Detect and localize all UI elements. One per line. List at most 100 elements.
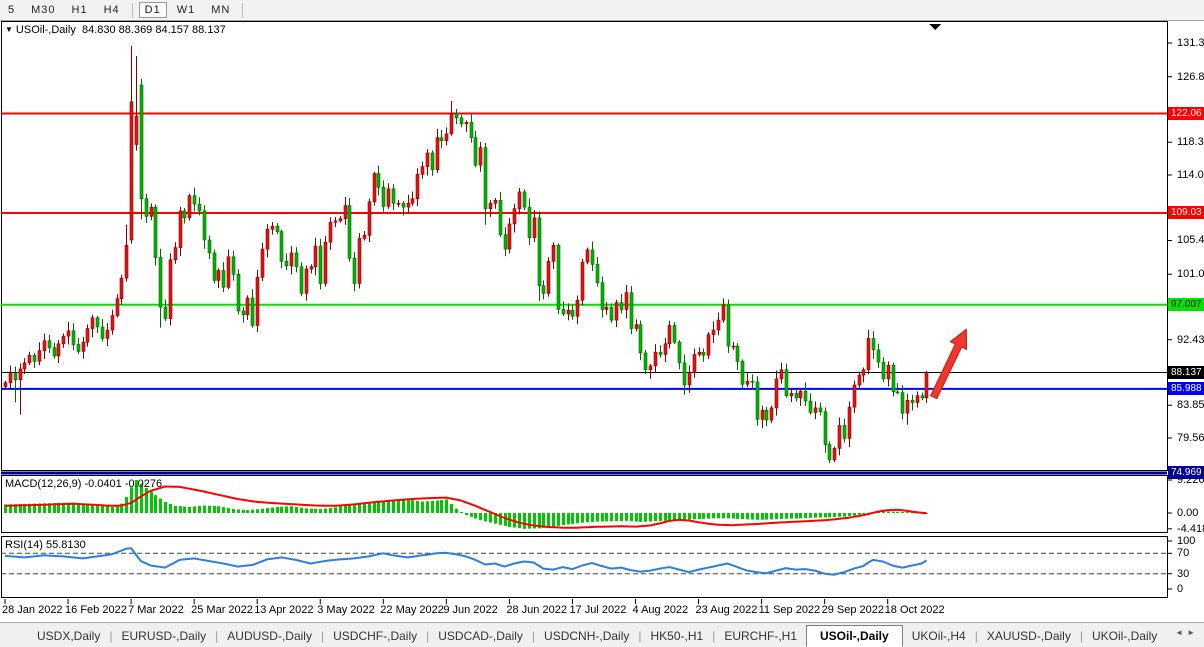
candle-body	[169, 260, 172, 319]
symbol-tab-xauusd-daily[interactable]: XAUUSD-,Daily	[978, 626, 1080, 646]
rsi-axis-label-30: 30	[1177, 568, 1189, 580]
macd-histogram-bar	[790, 513, 793, 519]
candle-body	[814, 408, 817, 413]
candle-body	[761, 410, 764, 419]
candle-body	[261, 249, 264, 277]
candle-body	[217, 270, 220, 280]
candle-body	[23, 363, 26, 369]
tab-scroll-right-icon[interactable]: ►	[1187, 628, 1199, 637]
macd-histogram-bar	[450, 504, 453, 513]
candle-body	[310, 267, 313, 269]
symbol-tab-usoil-daily[interactable]: USOil-,Daily	[806, 625, 903, 647]
candle-body	[736, 346, 739, 361]
candle-body	[625, 293, 628, 310]
candle-body	[373, 174, 376, 202]
rsi-pane[interactable]	[2, 537, 1168, 598]
symbol-tab-ukoil-h4[interactable]: UKOil-,H4	[903, 626, 975, 646]
symbol-tab-audusd-daily[interactable]: AUDUSD-,Daily	[218, 626, 321, 646]
timeframe-button-h1[interactable]: H1	[66, 2, 94, 18]
candle-body	[528, 207, 531, 238]
candle-body	[765, 410, 768, 420]
rsi-axis-label-0: 0	[1177, 583, 1183, 595]
candle-body	[140, 85, 143, 199]
date-axis-label: 18 Oct 2022	[885, 604, 945, 616]
macd-histogram-bar	[824, 513, 827, 517]
candle-body	[431, 153, 434, 170]
candle-body	[892, 365, 895, 392]
candle-body	[479, 148, 482, 166]
macd-histogram-bar	[586, 513, 589, 522]
candle-body	[57, 344, 60, 356]
macd-histogram-bar	[465, 513, 468, 515]
candle-body	[659, 352, 662, 354]
candle-body	[698, 352, 701, 354]
macd-histogram-bar	[567, 513, 570, 524]
candle-body	[523, 192, 526, 207]
symbol-tab-usdchf-daily[interactable]: USDCHF-,Daily	[324, 626, 426, 646]
candle-body	[358, 238, 361, 283]
candle-body	[474, 138, 477, 165]
macd-histogram-bar	[445, 499, 448, 513]
macd-histogram-bar	[693, 513, 696, 519]
chart-menu-dropdown-icon[interactable]: ▼	[5, 25, 16, 34]
macd-histogram-bar	[610, 513, 613, 521]
symbol-tab-hk50-h1[interactable]: HK50-,H1	[642, 626, 713, 646]
timeframe-button-5[interactable]: 5	[2, 2, 21, 18]
macd-histogram-bar	[717, 513, 720, 518]
macd-histogram-bar	[741, 513, 744, 519]
chart-canvas[interactable]	[0, 0, 1204, 647]
candle-body	[722, 305, 725, 320]
candle-body	[576, 300, 579, 316]
timeframe-button-m30[interactable]: M30	[25, 2, 61, 18]
macd-histogram-bar	[208, 506, 211, 513]
candle-body	[605, 307, 608, 309]
symbol-tab-usdcnh-daily[interactable]: USDCNH-,Daily	[535, 626, 638, 646]
candle-body	[4, 383, 7, 387]
candle-body	[872, 338, 875, 349]
timeframe-button-mn[interactable]: MN	[205, 2, 236, 18]
macd-histogram-bar	[188, 507, 191, 513]
candle-body	[28, 355, 31, 363]
symbol-tab-eurchf-h1[interactable]: EURCHF-,H1	[715, 626, 806, 646]
candle-body	[586, 250, 589, 262]
macd-pane[interactable]	[2, 476, 1168, 533]
price-line-label-85.988: 85.988	[1168, 382, 1204, 395]
macd-histogram-bar	[169, 504, 172, 513]
candle-body	[339, 219, 342, 221]
candle-body	[635, 325, 638, 329]
candle-body	[702, 352, 705, 355]
candle-body	[741, 361, 744, 384]
macd-histogram-bar	[295, 507, 298, 513]
macd-histogram-bar	[775, 513, 778, 519]
candle-body	[533, 218, 536, 238]
tab-scroll-left-icon[interactable]: ◄	[1175, 628, 1187, 637]
candle-body	[344, 206, 347, 219]
macd-histogram-bar	[668, 513, 671, 521]
main-price-pane[interactable]	[2, 22, 1168, 471]
timeframe-button-h4[interactable]: H4	[98, 2, 126, 18]
candle-body	[188, 196, 191, 218]
macd-histogram-bar	[581, 513, 584, 523]
symbol-tab-usdx-daily[interactable]: USDX,Daily	[28, 626, 109, 646]
candle-body	[392, 189, 395, 204]
candle-body	[402, 203, 405, 207]
macd-histogram-bar	[683, 513, 686, 520]
macd-histogram-bar	[358, 504, 361, 513]
symbol-tab-ukoil-daily[interactable]: UKOil-,Daily	[1083, 626, 1166, 646]
macd-histogram-bar	[707, 513, 710, 519]
candle-body	[542, 286, 545, 294]
candle-body	[353, 258, 356, 283]
price-axis-label-92.430: 92.430	[1177, 334, 1204, 346]
symbol-tab-usdcad-daily[interactable]: USDCAD-,Daily	[429, 626, 532, 646]
timeframe-button-d1[interactable]: D1	[139, 2, 167, 18]
symbol-tab-eurusd-daily[interactable]: EURUSD-,Daily	[112, 626, 215, 646]
candle-body	[150, 207, 153, 216]
macd-histogram-bar	[305, 508, 308, 513]
macd-histogram-bar	[416, 501, 419, 513]
macd-histogram-bar	[833, 513, 836, 517]
candle-body	[387, 189, 390, 207]
macd-histogram-bar	[727, 513, 730, 518]
macd-histogram-bar	[780, 513, 783, 519]
price-axis-label-101.010: 101.010	[1177, 268, 1204, 280]
timeframe-button-w1[interactable]: W1	[171, 2, 202, 18]
